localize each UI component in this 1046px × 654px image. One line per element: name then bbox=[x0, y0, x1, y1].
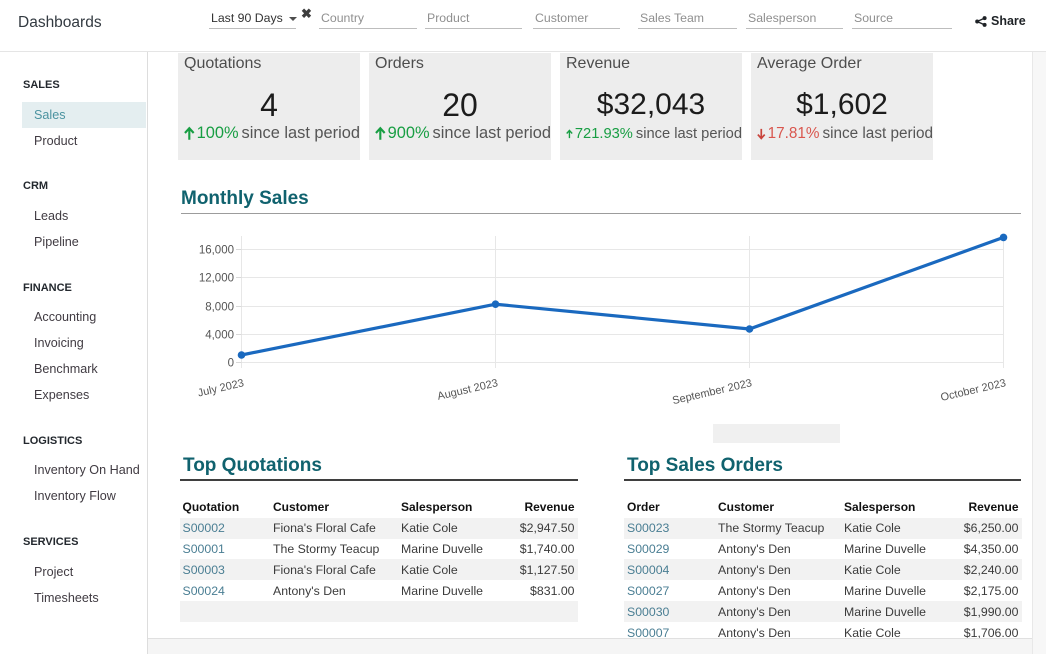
svg-text:August 2023: August 2023 bbox=[436, 377, 499, 403]
svg-text:October 2023: October 2023 bbox=[940, 377, 1008, 404]
svg-text:July 2023: July 2023 bbox=[197, 377, 246, 399]
svg-text:September 2023: September 2023 bbox=[671, 377, 753, 407]
svg-text:12,000: 12,000 bbox=[199, 273, 234, 285]
svg-text:16,000: 16,000 bbox=[199, 245, 234, 257]
svg-text:0: 0 bbox=[228, 358, 234, 370]
svg-text:8,000: 8,000 bbox=[205, 302, 234, 314]
svg-text:4,000: 4,000 bbox=[205, 330, 234, 342]
